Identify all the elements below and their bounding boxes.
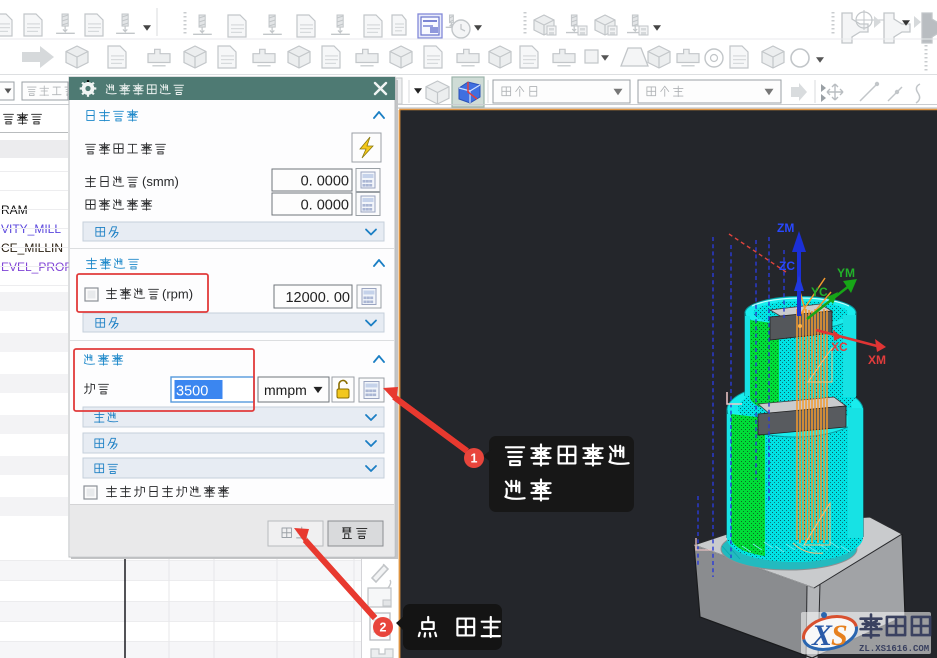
svg-text:YC: YC: [811, 285, 828, 299]
svg-text:mmpm: mmpm: [264, 382, 307, 398]
svg-text:X: X: [811, 619, 833, 652]
svg-text:0. 0000: 0. 0000: [301, 198, 349, 214]
svg-text:2: 2: [380, 621, 387, 635]
svg-text:ZL.XS1616.COM: ZL.XS1616.COM: [859, 644, 929, 654]
svg-text:(rpm): (rpm): [162, 287, 193, 302]
svg-text:ZM: ZM: [777, 221, 794, 235]
svg-text:(smm): (smm): [142, 174, 179, 189]
svg-text:0. 0000: 0. 0000: [301, 174, 349, 190]
svg-text:XC: XC: [831, 340, 848, 354]
svg-text:ZC: ZC: [779, 259, 795, 273]
svg-text:1: 1: [471, 452, 478, 466]
svg-text:S: S: [831, 619, 848, 652]
svg-text:XM: XM: [868, 353, 886, 367]
svg-text:YM: YM: [837, 266, 855, 280]
svg-text:3500: 3500: [176, 384, 208, 400]
svg-text:12000. 00: 12000. 00: [285, 290, 350, 306]
